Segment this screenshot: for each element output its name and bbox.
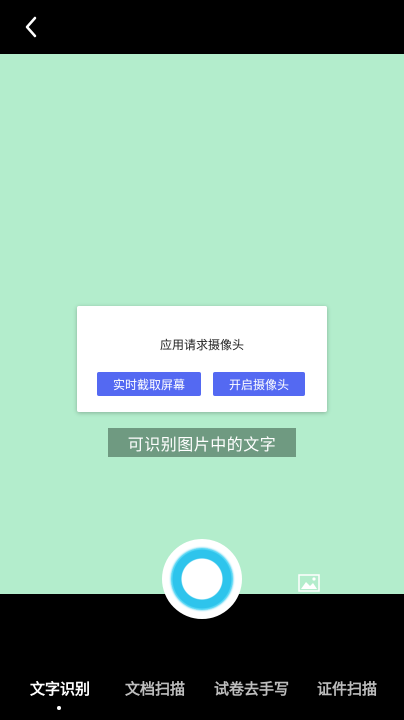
mode-tabs: 文字识别 文档扫描 试卷去手写 证件扫描 (0, 678, 404, 702)
image-icon (298, 574, 320, 592)
gallery-button[interactable] (298, 574, 320, 592)
camera-screen: 应用请求摄像头 实时截取屏幕 开启摄像头 可识别图片中的文字 文字识别 文档扫描… (0, 0, 404, 720)
recognition-hint: 可识别图片中的文字 (108, 428, 296, 457)
capture-screen-button[interactable]: 实时截取屏幕 (97, 372, 201, 396)
tab-remove-handwriting[interactable]: 试卷去手写 (214, 678, 289, 699)
shutter-ring (171, 548, 233, 610)
open-camera-button[interactable]: 开启摄像头 (213, 372, 305, 396)
camera-permission-dialog: 应用请求摄像头 实时截取屏幕 开启摄像头 (77, 306, 327, 412)
tab-document-scan[interactable]: 文档扫描 (125, 678, 185, 699)
active-tab-indicator (57, 706, 61, 710)
shutter-button[interactable] (162, 539, 242, 619)
chevron-left-icon (25, 16, 37, 38)
dialog-title: 应用请求摄像头 (159, 338, 244, 352)
top-bar (0, 0, 404, 54)
tab-id-scan[interactable]: 证件扫描 (317, 678, 377, 699)
tab-text-recognition[interactable]: 文字识别 (30, 678, 90, 699)
back-button[interactable] (16, 12, 46, 42)
